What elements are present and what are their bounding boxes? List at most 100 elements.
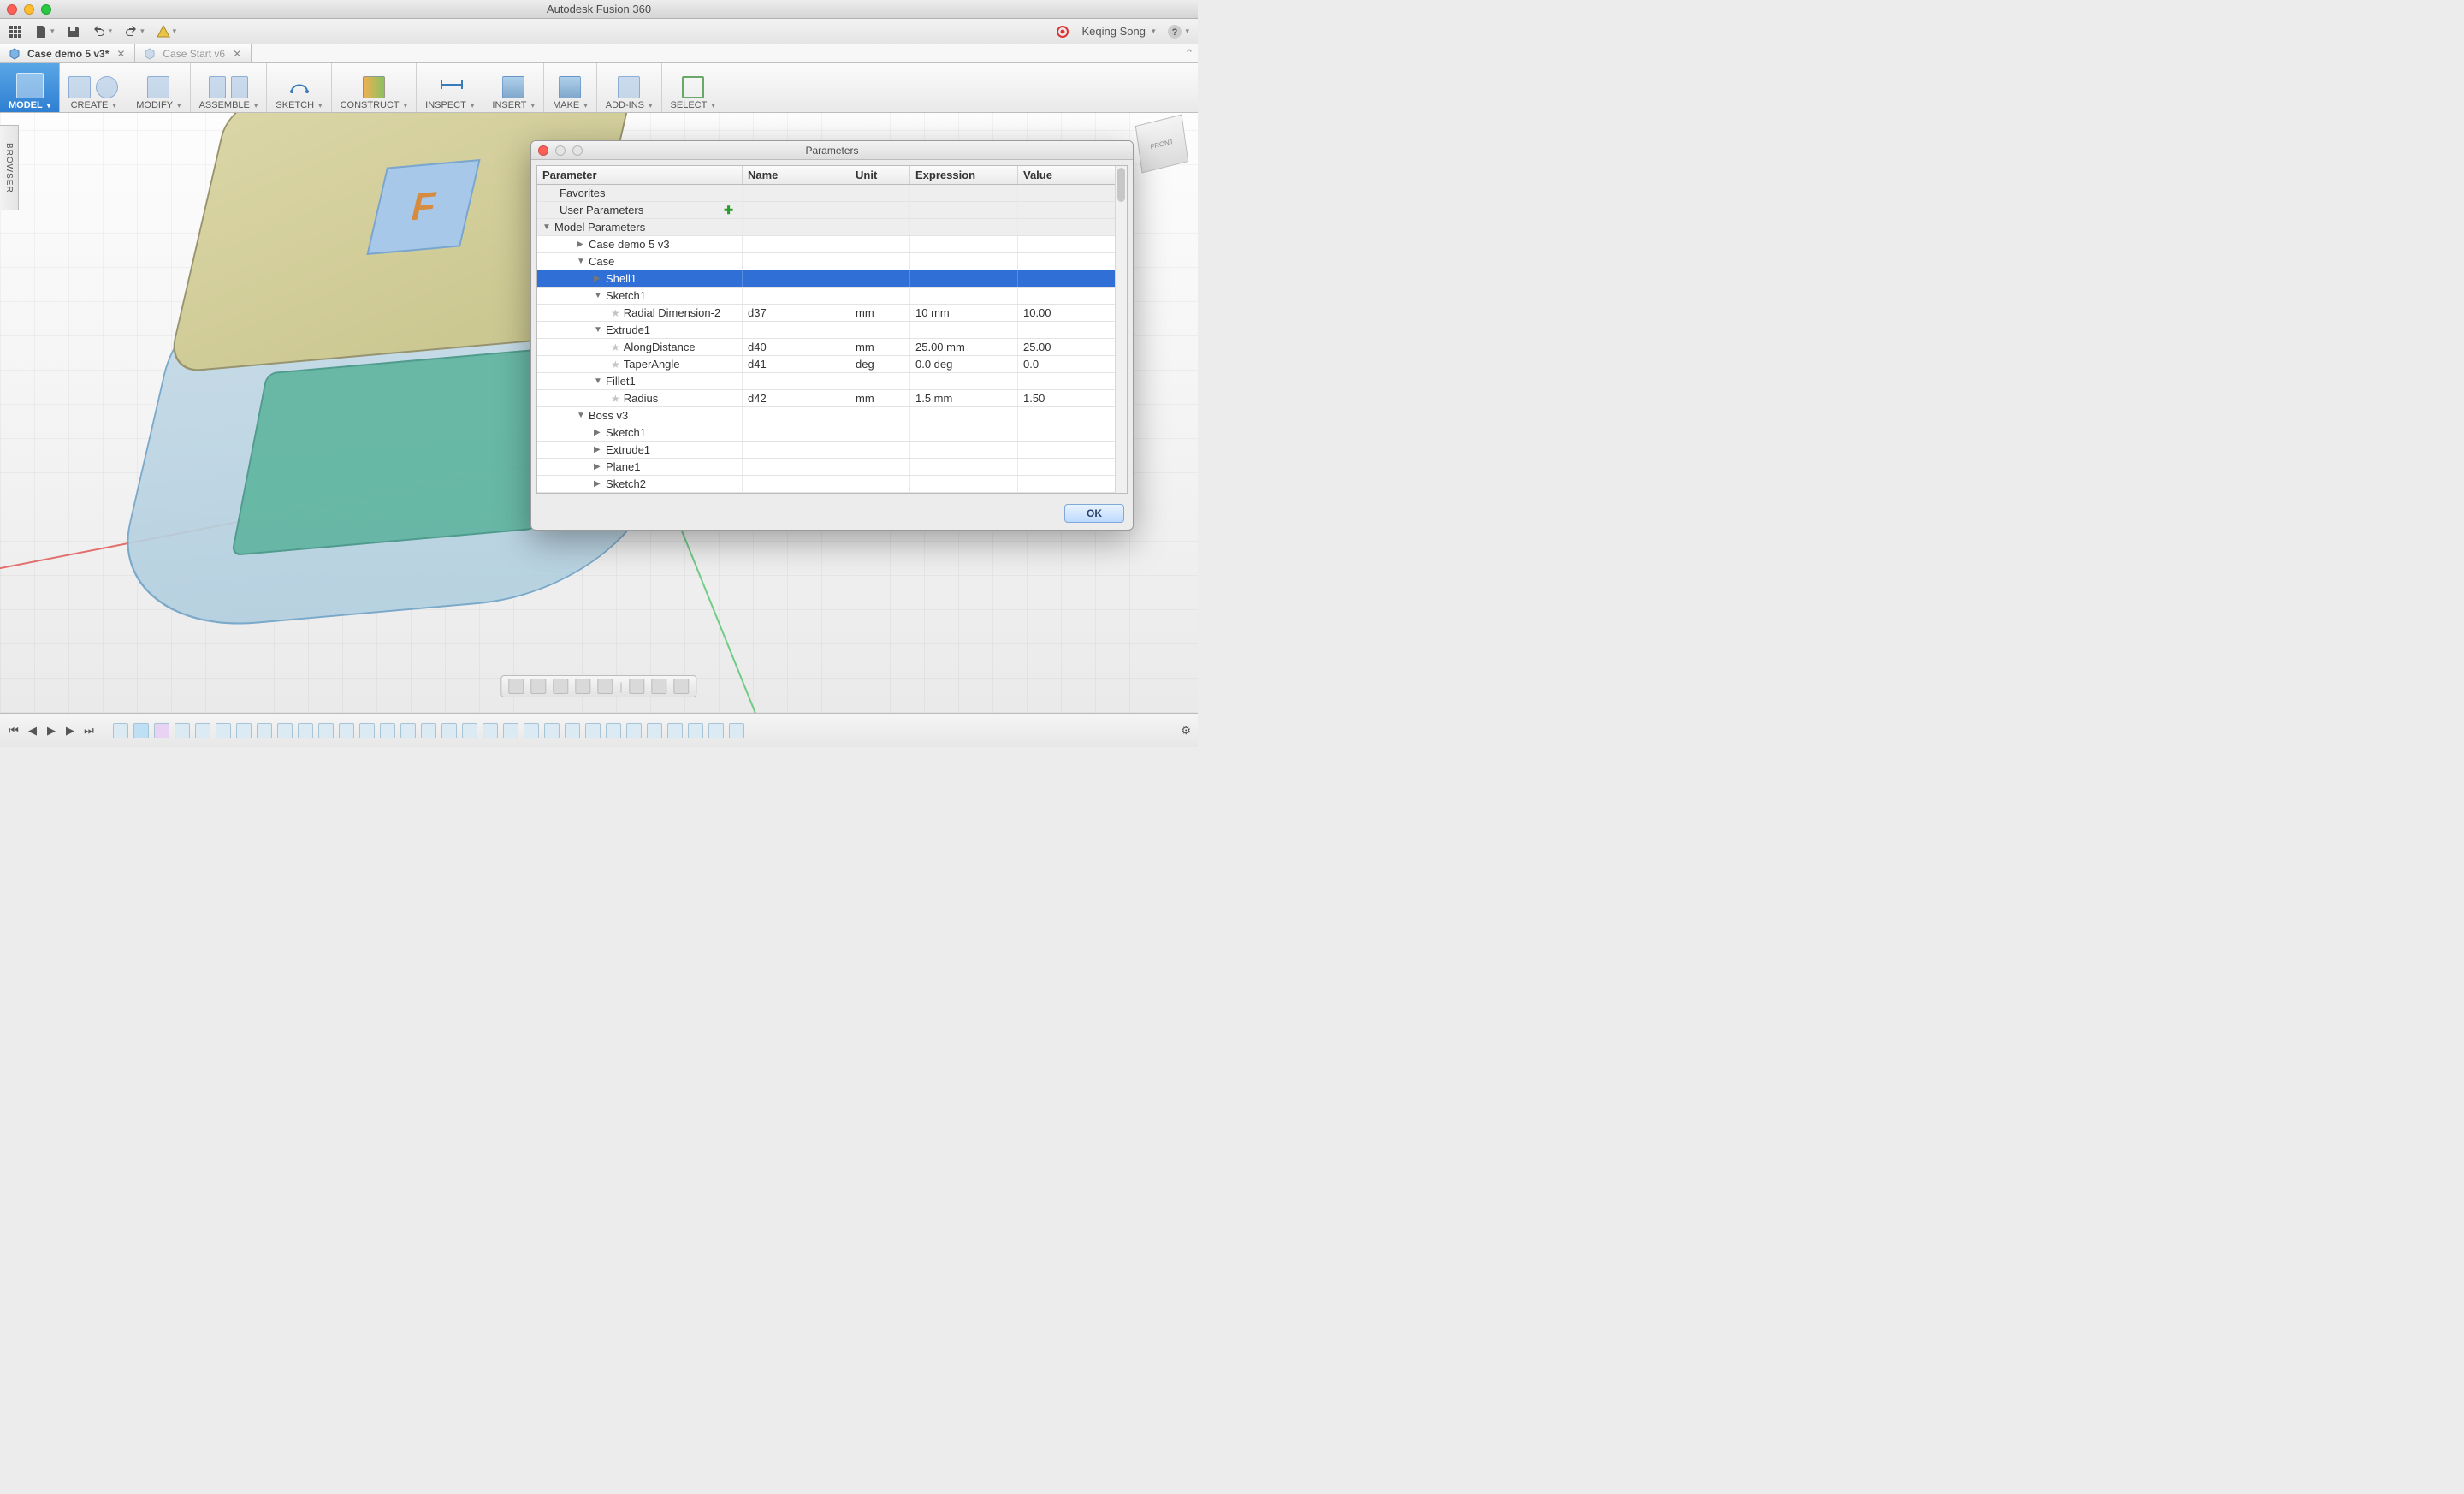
parameter-tree-node[interactable]: ▶Case demo 5 v3 [537, 236, 1127, 253]
timeline-settings-button[interactable]: ⚙ [1181, 724, 1191, 738]
look-at-button[interactable] [530, 679, 546, 694]
viewports-button[interactable] [674, 679, 690, 694]
timeline-step-fwd-button[interactable]: ▶ [63, 724, 77, 738]
cell-name[interactable]: d42 [743, 390, 850, 406]
cell-unit[interactable]: mm [850, 305, 910, 321]
add-parameter-button[interactable]: ✚ [724, 204, 733, 217]
diagnostics-button[interactable] [157, 25, 177, 39]
plane-icon[interactable] [363, 76, 385, 98]
select-icon[interactable] [682, 76, 704, 98]
zoom-button[interactable] [575, 679, 590, 694]
ribbon-group-insert[interactable]: INSERT [483, 63, 544, 112]
cell-name[interactable]: d40 [743, 339, 850, 355]
cell-value[interactable]: 25.00 [1018, 339, 1127, 355]
save-button[interactable] [67, 25, 80, 39]
timeline-feature[interactable] [113, 723, 128, 738]
parameter-row[interactable]: ★AlongDistanced40mm25.00 mm25.00 [537, 339, 1127, 356]
cell-expression[interactable]: 25.00 mm [910, 339, 1018, 355]
joint-icon[interactable] [209, 76, 226, 98]
decal-icon[interactable] [502, 76, 524, 98]
fit-button[interactable] [597, 679, 613, 694]
timeline-feature[interactable] [216, 723, 231, 738]
timeline-feature[interactable] [257, 723, 272, 738]
ribbon-group-modify[interactable]: MODIFY [127, 63, 190, 112]
dialog-titlebar[interactable]: Parameters [531, 141, 1133, 160]
favorite-star-icon[interactable]: ★ [611, 341, 620, 353]
parameter-tree-node[interactable]: ▼Case [537, 253, 1127, 270]
cell-expression[interactable]: 1.5 mm [910, 390, 1018, 406]
timeline-play-button[interactable]: ▶ [44, 724, 58, 738]
timeline-feature[interactable] [195, 723, 210, 738]
ribbon-group-assemble[interactable]: ASSEMBLE [191, 63, 268, 112]
press-pull-icon[interactable] [147, 76, 169, 98]
parameter-tree-node[interactable]: ▶Plane1 [537, 459, 1127, 476]
ribbon-group-sketch[interactable]: SKETCH [267, 63, 331, 112]
timeline-feature[interactable] [421, 723, 436, 738]
box-icon[interactable] [68, 76, 91, 98]
chevron-icon[interactable]: ▶ [577, 240, 587, 249]
orbit-button[interactable] [508, 679, 524, 694]
doc-tab-1[interactable]: Case Start v6 ✕ [135, 44, 252, 62]
timeline-feature[interactable] [565, 723, 580, 738]
chevron-icon[interactable]: ▶ [594, 428, 604, 437]
parameter-tree-node[interactable]: ▼Model Parameters [537, 219, 1127, 236]
parameter-tree-node[interactable]: ▶Shell1 [537, 270, 1127, 288]
chevron-icon[interactable]: ▼ [594, 376, 604, 386]
favorite-star-icon[interactable]: ★ [611, 307, 620, 319]
ribbon-group-inspect[interactable]: INSPECT [417, 63, 483, 112]
ribbon-group-construct[interactable]: CONSTRUCT [332, 63, 418, 112]
parameter-tree-node[interactable]: ▶Extrude1 [537, 442, 1127, 459]
timeline-feature[interactable] [359, 723, 375, 738]
timeline-feature[interactable] [277, 723, 293, 738]
timeline-feature[interactable] [524, 723, 539, 738]
parameter-row[interactable]: ★Radiusd42mm1.5 mm1.50 [537, 390, 1127, 407]
scrollbar[interactable] [1115, 166, 1127, 493]
timeline-feature[interactable] [606, 723, 621, 738]
doc-tab-0[interactable]: Case demo 5 v3* ✕ [0, 44, 135, 62]
parameter-tree-node[interactable]: Favorites [537, 185, 1127, 202]
cell-expression[interactable]: 10 mm [910, 305, 1018, 321]
ribbon-group-select[interactable]: SELECT [662, 63, 724, 112]
col-expression[interactable]: Expression [910, 166, 1018, 184]
timeline-start-button[interactable]: ⏮ [7, 724, 21, 738]
grid-settings-button[interactable] [652, 679, 667, 694]
timeline-feature[interactable] [729, 723, 744, 738]
ribbon-group-make[interactable]: MAKE [544, 63, 597, 112]
file-menu-button[interactable] [34, 25, 55, 39]
timeline-feature[interactable] [133, 723, 149, 738]
browser-panel-tab[interactable]: BROWSER [0, 125, 19, 210]
parameter-row[interactable]: ★Radial Dimension-2d37mm10 mm10.00 [537, 305, 1127, 322]
parameter-tree-node[interactable]: User Parameters✚ [537, 202, 1127, 219]
timeline-feature[interactable] [441, 723, 457, 738]
chevron-icon[interactable]: ▼ [594, 291, 604, 300]
ok-button[interactable]: OK [1064, 504, 1124, 523]
viewcube[interactable]: FRONT [1135, 114, 1188, 173]
chevron-icon[interactable]: ▼ [577, 411, 587, 420]
parameter-tree-node[interactable]: ▼Fillet1 [537, 373, 1127, 390]
scripts-icon[interactable] [618, 76, 640, 98]
data-panel-button[interactable] [9, 25, 22, 39]
timeline-feature[interactable] [298, 723, 313, 738]
cell-expression[interactable]: 0.0 deg [910, 356, 1018, 372]
chevron-icon[interactable]: ▶ [594, 462, 604, 471]
cell-name[interactable]: d41 [743, 356, 850, 372]
cell-name[interactable]: d37 [743, 305, 850, 321]
timeline-feature[interactable] [626, 723, 642, 738]
close-icon[interactable]: ✕ [116, 49, 126, 59]
col-name[interactable]: Name [743, 166, 850, 184]
ribbon-group-create[interactable]: CREATE [60, 63, 127, 112]
timeline-feature[interactable] [236, 723, 252, 738]
ribbon-group-addins[interactable]: ADD-INS [597, 63, 662, 112]
help-button[interactable]: ? [1167, 24, 1189, 39]
favorite-star-icon[interactable]: ★ [611, 359, 620, 371]
timeline-feature[interactable] [688, 723, 703, 738]
close-icon[interactable]: ✕ [232, 49, 242, 59]
chevron-icon[interactable]: ▶ [594, 445, 604, 454]
timeline-step-back-button[interactable]: ◀ [26, 724, 39, 738]
parameter-tree-node[interactable]: ▶Sketch2 [537, 476, 1127, 493]
timeline-end-button[interactable]: ⏭ [82, 724, 96, 738]
chevron-icon[interactable]: ▼ [542, 222, 553, 232]
timeline-feature[interactable] [585, 723, 601, 738]
redo-button[interactable] [124, 25, 145, 39]
timeline-feature[interactable] [647, 723, 662, 738]
